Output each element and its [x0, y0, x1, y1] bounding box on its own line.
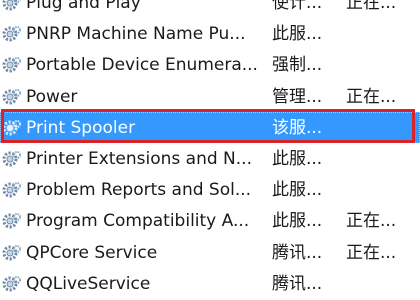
services-gear-icon — [2, 57, 21, 73]
service-name: Portable Device Enumera... — [26, 55, 258, 76]
services-gear-icon — [2, 213, 21, 229]
service-description: 腾讯... — [272, 273, 323, 294]
services-gear-icon — [2, 0, 21, 11]
service-row-program-compatibility[interactable]: Program Compatibility A... 此服... 正在... — [0, 205, 420, 236]
service-name: Printer Extensions and N... — [26, 148, 252, 169]
services-gear-icon — [2, 150, 21, 167]
services-gear-icon — [2, 244, 21, 260]
service-row-printer-extensions[interactable]: Printer Extensions and N... 此服... — [0, 143, 420, 174]
services-list: Plug and Play 使计... 正在... PNRP Machine N… — [0, 0, 420, 300]
services-gear-icon — [2, 26, 21, 42]
service-name: Program Compatibility A... — [26, 211, 250, 232]
service-row-problem-reports[interactable]: Problem Reports and Sol... 此服... — [0, 174, 420, 205]
service-description: 此服... — [272, 148, 323, 169]
services-rows: Plug and Play 使计... 正在... PNRP Machine N… — [0, 0, 420, 299]
service-name: QQLiveService — [26, 273, 151, 294]
service-row-power[interactable]: Power 管理... 正在... — [0, 81, 420, 112]
services-gear-icon — [2, 182, 21, 198]
service-name: Problem Reports and Sol... — [26, 180, 252, 201]
service-row-plug-and-play[interactable]: Plug and Play 使计... 正在... — [0, 0, 420, 18]
services-gear-icon — [2, 88, 21, 105]
service-description: 该服... — [272, 117, 323, 138]
service-description: 管理... — [272, 86, 323, 107]
service-description: 此服... — [272, 211, 323, 232]
service-status: 正在... — [346, 0, 397, 13]
service-name: Plug and Play — [26, 0, 141, 13]
service-status: 正在... — [346, 86, 397, 107]
service-row-print-spooler[interactable]: Print Spooler 该服... — [0, 111, 420, 144]
service-name: PNRP Machine Name Pu... — [26, 24, 246, 45]
service-description: 强制... — [272, 55, 323, 76]
service-row-pnrp-machine-name[interactable]: PNRP Machine Name Pu... 此服... — [0, 18, 420, 49]
services-gear-icon — [2, 119, 21, 136]
service-name: QPCore Service — [26, 242, 158, 263]
service-description: 腾讯... — [272, 242, 323, 263]
service-row-qqlive[interactable]: QQLiveService 腾讯... — [0, 268, 420, 299]
service-description: 此服... — [272, 180, 323, 201]
service-description: 此服... — [272, 24, 323, 45]
service-status: 正在... — [346, 211, 397, 232]
service-row-portable-device-enumerator[interactable]: Portable Device Enumera... 强制... — [0, 49, 420, 80]
service-name: Power — [26, 86, 78, 107]
services-gear-icon — [2, 275, 21, 292]
service-status: 正在... — [346, 242, 397, 263]
service-description: 使计... — [272, 0, 323, 13]
service-name: Print Spooler — [26, 117, 136, 138]
service-row-qpcore[interactable]: QPCore Service 腾讯... 正在... — [0, 237, 420, 268]
